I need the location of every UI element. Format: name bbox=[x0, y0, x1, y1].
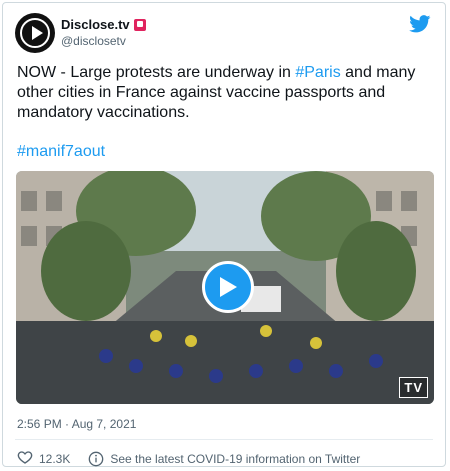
twitter-bird-icon[interactable] bbox=[409, 15, 431, 38]
paris-hashtag-link[interactable]: #Paris bbox=[295, 64, 340, 81]
author-handle[interactable]: @disclosetv bbox=[61, 34, 126, 48]
hashtag-link[interactable]: #manif7aout bbox=[17, 143, 105, 161]
info-icon bbox=[89, 451, 104, 466]
covid-info-text: See the latest COVID-19 information on T… bbox=[110, 451, 361, 466]
play-logo-icon bbox=[20, 18, 50, 48]
author-name-text: Disclose.tv bbox=[61, 17, 130, 32]
covid-info-link[interactable]: See the latest COVID-19 information on T… bbox=[88, 451, 360, 467]
heart-icon[interactable] bbox=[17, 449, 33, 468]
tweet-card: Disclose.tv @disclosetv NOW - Large prot… bbox=[2, 2, 446, 467]
like-count[interactable]: 12.3K bbox=[39, 452, 70, 466]
author-name[interactable]: Disclose.tv bbox=[61, 17, 146, 32]
badge-icon bbox=[133, 18, 146, 31]
video-thumbnail[interactable]: TV bbox=[16, 171, 434, 404]
play-button[interactable] bbox=[202, 261, 254, 313]
avatar[interactable] bbox=[15, 13, 55, 53]
timestamp[interactable]: 2:56 PM · Aug 7, 2021 bbox=[17, 417, 136, 431]
play-icon bbox=[220, 277, 237, 297]
tweet-text-part1: NOW - Large protests are underway in bbox=[17, 64, 296, 81]
tweet-text: NOW - Large protests are underway in #Pa… bbox=[17, 63, 427, 123]
action-bar: 12.3K See the latest COVID-19 informatio… bbox=[17, 449, 360, 468]
watermark: TV bbox=[399, 377, 428, 398]
divider bbox=[15, 439, 433, 440]
